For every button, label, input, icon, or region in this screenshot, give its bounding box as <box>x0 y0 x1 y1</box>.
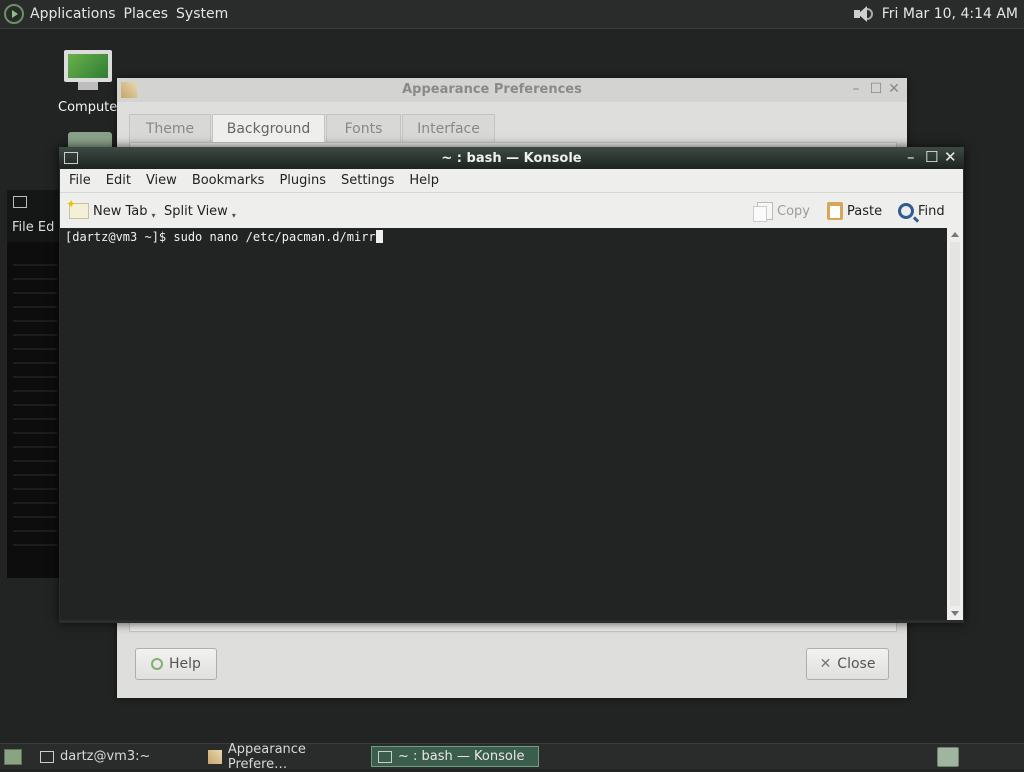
bottom-panel: dartz@vm3:~ Appearance Prefere… ~ : bash… <box>0 742 1024 772</box>
task-terminal[interactable]: dartz@vm3:~ <box>34 746 200 767</box>
scrollbar-trough[interactable] <box>950 242 960 606</box>
clock[interactable]: Fri Mar 10, 4:14 AM <box>882 6 1018 22</box>
appearance-title: Appearance Preferences <box>402 82 582 97</box>
menu-logo-icon[interactable] <box>4 4 24 24</box>
chevron-down-icon: ▾ <box>151 210 156 220</box>
terminal-cursor <box>375 230 383 243</box>
task-konsole[interactable]: ~ : bash — Konsole <box>371 746 539 767</box>
minimize-icon[interactable]: – <box>849 82 863 96</box>
computer-icon[interactable] <box>64 50 112 90</box>
computer-label[interactable]: Computer <box>58 100 123 115</box>
tab-theme[interactable]: Theme <box>129 114 211 142</box>
copy-label: Copy <box>777 203 810 219</box>
menu-help[interactable]: Help <box>409 173 439 188</box>
menu-applications[interactable]: Applications <box>30 6 116 22</box>
menu-edit[interactable]: Edit <box>106 173 131 188</box>
menu-view[interactable]: View <box>146 173 177 188</box>
tab-interface[interactable]: Interface <box>402 114 495 142</box>
terminal-icon <box>378 750 392 763</box>
appearance-app-icon <box>208 749 222 764</box>
konsole-toolbar: New Tab ▾ Split View ▾ Copy Paste Find <box>60 192 963 228</box>
scroll-up-icon[interactable] <box>951 232 959 237</box>
background-terminal-menu[interactable]: File Ed <box>12 220 54 235</box>
task-terminal-label: dartz@vm3:~ <box>60 749 151 764</box>
terminal-scrollbar[interactable] <box>947 228 963 620</box>
terminal-area[interactable]: [dartz@vm3 ~]$ sudo nano /etc/pacman.d/m… <box>60 228 947 620</box>
terminal-icon <box>40 750 54 763</box>
minimize-icon[interactable]: – <box>907 150 915 165</box>
maximize-icon[interactable]: ☐ <box>925 150 938 165</box>
background-terminal-window[interactable]: File Ed <box>7 190 67 578</box>
close-x-icon: ✕ <box>819 656 832 672</box>
menu-system[interactable]: System <box>176 6 228 22</box>
copy-button[interactable]: Copy <box>753 201 810 222</box>
split-view-label: Split View <box>164 203 228 219</box>
menu-places[interactable]: Places <box>124 6 169 22</box>
task-konsole-label: ~ : bash — Konsole <box>398 749 525 764</box>
chevron-down-icon: ▾ <box>231 210 236 220</box>
show-desktop-icon[interactable] <box>4 749 22 765</box>
background-terminal-content <box>7 242 67 578</box>
appearance-titlebar[interactable]: Appearance Preferences – ☐ ✕ <box>117 78 907 102</box>
terminal-icon <box>13 196 27 208</box>
help-icon <box>151 658 164 670</box>
close-button-label: Close <box>837 656 876 672</box>
maximize-icon[interactable]: ☐ <box>869 82 883 96</box>
help-button-label: Help <box>169 656 201 672</box>
appearance-tabs: Theme Background Fonts Interface <box>129 114 895 143</box>
trash-icon[interactable] <box>937 747 959 767</box>
konsole-titlebar[interactable]: ~ : bash — Konsole – ☐ ✕ <box>59 147 964 169</box>
konsole-window: ~ : bash — Konsole – ☐ ✕ File Edit View … <box>59 147 964 623</box>
konsole-title: ~ : bash — Konsole <box>441 151 582 166</box>
top-panel-tray: Fri Mar 10, 4:14 AM <box>852 0 1018 28</box>
find-button[interactable]: Find <box>898 201 945 221</box>
konsole-menubar: File Edit View Bookmarks Plugins Setting… <box>60 169 963 192</box>
new-tab-label: New Tab <box>93 203 148 219</box>
search-icon <box>898 203 914 219</box>
menu-bookmarks[interactable]: Bookmarks <box>192 173 265 188</box>
top-panel: Applications Places System Fri Mar 10, 4… <box>0 0 1024 29</box>
split-view-button[interactable]: Split View ▾ <box>164 201 236 221</box>
menu-settings[interactable]: Settings <box>341 173 394 188</box>
terminal-line: [dartz@vm3 ~]$ sudo nano /etc/pacman.d/m… <box>65 230 383 244</box>
find-label: Find <box>918 203 945 219</box>
tab-fonts[interactable]: Fonts <box>326 114 401 142</box>
help-button[interactable]: Help <box>135 648 217 680</box>
paste-button[interactable]: Paste <box>827 201 882 221</box>
close-icon[interactable]: ✕ <box>887 82 901 96</box>
speaker-icon[interactable] <box>852 4 874 24</box>
task-appearance[interactable]: Appearance Prefere… <box>202 742 368 772</box>
tab-background[interactable]: Background <box>212 114 325 142</box>
terminal-prompt-text: [dartz@vm3 ~]$ sudo nano /etc/pacman.d/m… <box>65 230 376 244</box>
close-button[interactable]: ✕ Close <box>806 648 889 680</box>
task-appearance-label: Appearance Prefere… <box>227 741 306 772</box>
new-tab-icon <box>66 197 89 219</box>
paste-icon <box>827 202 843 220</box>
menu-plugins[interactable]: Plugins <box>279 173 326 188</box>
close-icon[interactable]: ✕ <box>944 150 957 165</box>
copy-icon <box>753 202 773 222</box>
menu-file[interactable]: File <box>69 173 91 188</box>
new-tab-button[interactable]: New Tab ▾ <box>66 197 156 221</box>
scroll-down-icon[interactable] <box>951 611 959 616</box>
paste-label: Paste <box>847 203 883 219</box>
